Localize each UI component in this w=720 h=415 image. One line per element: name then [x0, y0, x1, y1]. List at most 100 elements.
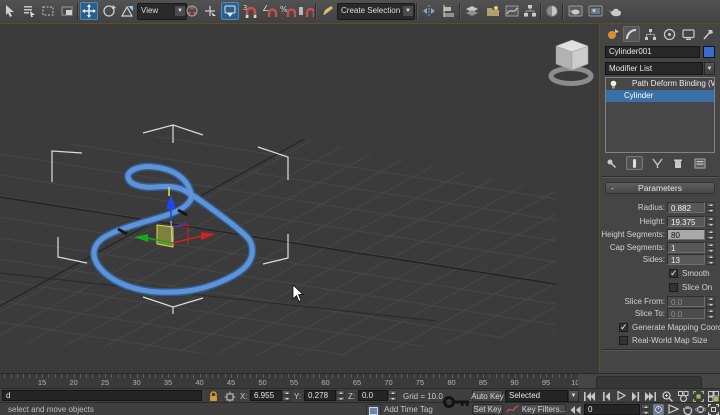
height-field[interactable]: 19.375 [667, 216, 705, 227]
select-and-manipulate-icon[interactable] [201, 2, 219, 20]
rectangular-selection-region-icon[interactable] [39, 2, 57, 20]
radius-spinner[interactable] [706, 202, 715, 213]
cap-segments-field[interactable]: 1 [667, 242, 705, 253]
key-mode-toggle-icon[interactable] [568, 404, 582, 415]
height-segments-field[interactable]: 80 [667, 229, 705, 240]
pan-view-icon[interactable] [681, 403, 694, 415]
select-and-scale-icon[interactable] [118, 2, 136, 20]
sides-spinner[interactable] [706, 254, 715, 265]
height-segments-spinner[interactable] [706, 229, 715, 240]
field-of-view-icon[interactable] [667, 403, 680, 415]
make-unique-icon[interactable] [650, 157, 665, 169]
selection-lock-icon[interactable] [205, 390, 221, 402]
slice-to-spinner[interactable] [706, 308, 715, 319]
tab-create[interactable] [604, 26, 621, 42]
zoom-extents-all-icon[interactable] [706, 390, 720, 402]
add-time-tag[interactable]: Add Time Tag [384, 405, 433, 414]
modifier-list-dropdown[interactable]: Modifier List [605, 62, 703, 75]
tab-motion[interactable] [661, 26, 678, 42]
go-to-start-button[interactable] [582, 390, 597, 402]
x-spinner[interactable] [282, 390, 291, 401]
zoom-all-icon[interactable] [676, 390, 691, 402]
track-ruler[interactable]: 1520253035404550556065707580859095100 [0, 374, 578, 389]
z-coordinate-field[interactable]: 0.0 [358, 390, 388, 401]
modifier-on-off-bulb-icon[interactable] [609, 80, 618, 89]
named-selection-set-dropdown[interactable]: Create Selection Se ▼ [337, 3, 415, 20]
schematic-view-icon[interactable] [521, 2, 539, 20]
use-pivot-point-center-icon[interactable] [183, 2, 201, 20]
window-crossing-icon[interactable] [58, 2, 76, 20]
time-configuration-icon[interactable] [652, 403, 665, 415]
align-icon[interactable] [440, 2, 458, 20]
zoom-icon[interactable] [660, 390, 675, 402]
object-color-swatch[interactable] [703, 46, 715, 58]
rendered-frame-window-icon[interactable] [586, 2, 604, 20]
play-animation-button[interactable] [614, 390, 629, 402]
modifier-stack-item-path-deform[interactable]: Path Deform Binding (WS [606, 78, 714, 90]
sides-field[interactable]: 13 [667, 254, 705, 265]
go-to-end-button[interactable] [643, 390, 658, 402]
render-production-icon[interactable] [606, 2, 624, 20]
tab-utilities[interactable] [699, 26, 716, 42]
snaps-toggle-icon[interactable]: 3 [241, 2, 259, 20]
curve-editor-icon[interactable] [503, 2, 521, 20]
gizmo-xy-plane-handle[interactable] [157, 225, 173, 247]
material-editor-icon[interactable] [543, 2, 561, 20]
absolute-mode-transform-icon[interactable] [222, 390, 238, 402]
y-spinner[interactable] [336, 390, 345, 401]
current-frame-spinner[interactable] [641, 404, 650, 415]
next-frame-button[interactable] [628, 390, 643, 402]
pin-stack-icon[interactable] [604, 157, 619, 169]
height-spinner[interactable] [706, 216, 715, 227]
configure-modifier-sets-icon[interactable] [692, 157, 707, 169]
radius-field[interactable]: 0.882 [667, 202, 705, 213]
y-coordinate-field[interactable]: 0.278 [304, 390, 336, 401]
smooth-checkbox[interactable] [669, 269, 678, 278]
modifier-list-arrow-button[interactable]: ▼ [704, 62, 715, 75]
current-frame-field[interactable]: 0 [584, 404, 640, 415]
edit-named-selection-sets-icon[interactable] [318, 2, 336, 20]
parameters-rollout-header[interactable]: - Parameters [605, 182, 715, 194]
new-key-default-in-tangent-icon[interactable] [505, 403, 520, 415]
layer-manager-icon[interactable] [463, 2, 481, 20]
slice-from-field[interactable]: 0.0 [667, 296, 705, 307]
spinner-snap-toggle-icon[interactable] [297, 2, 315, 20]
selected-dropdown-arrow[interactable]: ▼ [568, 390, 579, 402]
time-tag-icon[interactable] [366, 404, 381, 415]
select-and-rotate-icon[interactable] [100, 2, 118, 20]
select-and-move-icon[interactable] [80, 2, 98, 20]
maxscript-mini-listener[interactable]: d [2, 390, 202, 401]
slice-from-spinner[interactable] [706, 296, 715, 307]
rollout-collapse-icon[interactable]: - [611, 183, 614, 193]
cap-segments-spinner[interactable] [706, 242, 715, 253]
real-world-map-size-checkbox[interactable] [619, 336, 628, 345]
select-object-icon[interactable] [1, 2, 19, 20]
orbit-icon[interactable] [694, 403, 707, 415]
tab-hierarchy[interactable] [642, 26, 659, 42]
zoom-extents-icon[interactable] [691, 390, 706, 402]
slice-on-checkbox[interactable] [669, 283, 678, 292]
key-filters-button[interactable]: Key Filters... [522, 404, 566, 415]
select-by-name-icon[interactable] [20, 2, 38, 20]
tab-modify[interactable] [623, 26, 640, 42]
object-name-field[interactable]: Cylinder001 [605, 46, 700, 58]
auto-key-button[interactable]: Auto Key [472, 390, 503, 402]
key-filter-selected-dropdown[interactable]: Selected [505, 390, 568, 402]
scene-explorer-icon[interactable] [484, 2, 502, 20]
remove-modifier-icon[interactable] [670, 157, 685, 169]
generate-mapping-coords-checkbox[interactable] [619, 323, 628, 332]
percent-snap-toggle-icon[interactable]: % [279, 2, 297, 20]
z-spinner[interactable] [388, 390, 397, 401]
keyboard-shortcut-override-icon[interactable] [221, 2, 239, 20]
mirror-icon[interactable] [420, 2, 438, 20]
set-key-button[interactable]: Set Key [472, 404, 503, 415]
maximize-viewport-toggle-icon[interactable] [707, 403, 720, 415]
previous-frame-button[interactable] [599, 390, 614, 402]
slice-to-field[interactable]: 0.0 [667, 308, 705, 319]
x-coordinate-field[interactable]: 6.955 [250, 390, 282, 401]
render-setup-icon[interactable] [566, 2, 584, 20]
reference-coordinate-system-dropdown[interactable]: View ▼ [137, 3, 187, 20]
track-bar[interactable]: 1520253035404550556065707580859095100 [0, 373, 720, 388]
tab-display[interactable] [680, 26, 697, 42]
angle-snap-toggle-icon[interactable]: ∠ [261, 2, 279, 20]
